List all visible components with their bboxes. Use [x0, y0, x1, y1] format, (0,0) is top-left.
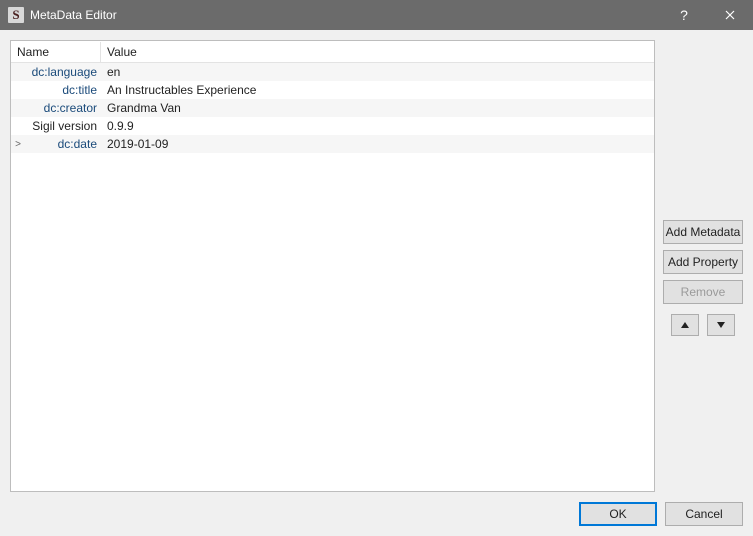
column-header-value[interactable]: Value [101, 42, 654, 62]
help-button[interactable]: ? [661, 0, 707, 30]
table-row[interactable]: Sigil version0.9.9 [11, 117, 654, 135]
dialog-footer: OK Cancel [10, 492, 743, 526]
close-button[interactable] [707, 0, 753, 30]
metadata-tree[interactable]: Name Value dc:languageendc:titleAn Instr… [10, 40, 655, 492]
table-row[interactable]: dc:creatorGrandma Van [11, 99, 654, 117]
move-up-button[interactable] [671, 314, 699, 336]
tree-header: Name Value [11, 41, 654, 63]
row-value[interactable]: en [101, 65, 654, 79]
table-row[interactable]: dc:titleAn Instructables Experience [11, 81, 654, 99]
table-row[interactable]: >dc:date2019-01-09 [11, 135, 654, 153]
row-value[interactable]: Grandma Van [101, 101, 654, 115]
row-name: dc:date [25, 137, 101, 151]
triangle-down-icon [716, 320, 726, 330]
remove-button[interactable]: Remove [663, 280, 743, 304]
window-title: MetaData Editor [30, 8, 661, 22]
ok-button[interactable]: OK [579, 502, 657, 526]
tree-body: dc:languageendc:titleAn Instructables Ex… [11, 63, 654, 153]
app-icon: S [8, 7, 24, 23]
column-header-name[interactable]: Name [11, 42, 101, 62]
dialog-content: Name Value dc:languageendc:titleAn Instr… [0, 30, 753, 536]
table-row[interactable]: dc:languageen [11, 63, 654, 81]
row-name: dc:language [25, 65, 101, 79]
row-value[interactable]: An Instructables Experience [101, 83, 654, 97]
expander-icon[interactable]: > [11, 139, 25, 150]
row-name: Sigil version [25, 119, 101, 133]
add-metadata-button[interactable]: Add Metadata [663, 220, 743, 244]
add-property-button[interactable]: Add Property [663, 250, 743, 274]
triangle-up-icon [680, 320, 690, 330]
move-down-button[interactable] [707, 314, 735, 336]
dialog-window: S MetaData Editor ? Name Value dc:langua… [0, 0, 753, 536]
row-value[interactable]: 2019-01-09 [101, 137, 654, 151]
titlebar: S MetaData Editor ? [0, 0, 753, 30]
move-buttons [663, 314, 743, 336]
row-value[interactable]: 0.9.9 [101, 119, 654, 133]
main-row: Name Value dc:languageendc:titleAn Instr… [10, 40, 743, 492]
row-name: dc:creator [25, 101, 101, 115]
row-name: dc:title [25, 83, 101, 97]
cancel-button[interactable]: Cancel [665, 502, 743, 526]
side-buttons: Add Metadata Add Property Remove [663, 40, 743, 492]
